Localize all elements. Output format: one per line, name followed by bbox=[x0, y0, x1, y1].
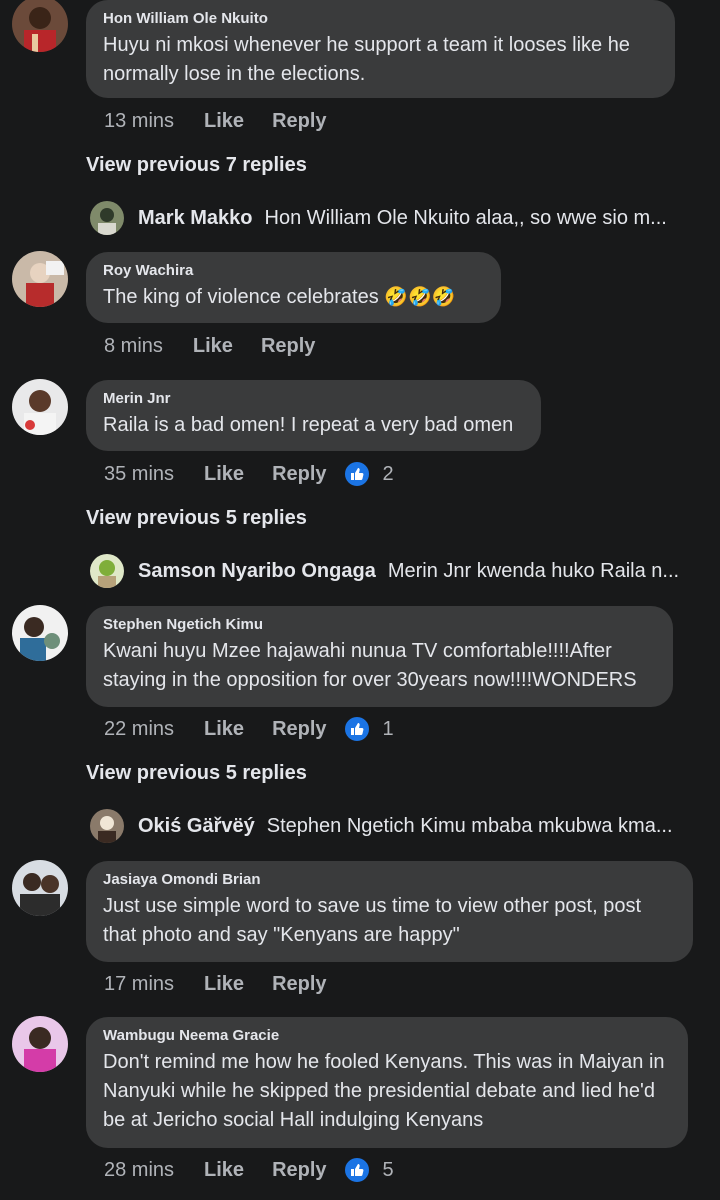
avatar[interactable] bbox=[12, 251, 68, 307]
comment-text: Don't remind me how he fooled Kenyans. T… bbox=[103, 1051, 665, 1131]
reaction-count[interactable]: 2 bbox=[342, 460, 394, 488]
comment-actions: 28 mins Like Reply 5 bbox=[104, 1156, 394, 1184]
avatar[interactable] bbox=[90, 554, 124, 588]
view-previous-replies[interactable]: View previous 5 replies bbox=[86, 762, 307, 785]
comment-actions: 22 mins Like Reply 1 bbox=[104, 715, 394, 743]
comment-actions: 35 mins Like Reply 2 bbox=[104, 460, 394, 488]
view-previous-replies[interactable]: View previous 7 replies bbox=[86, 154, 307, 177]
like-button[interactable]: Like bbox=[193, 335, 233, 358]
latest-reply[interactable]: Mark Makko Hon William Ole Nkuito alaa,,… bbox=[90, 201, 690, 235]
reaction-count-value: 2 bbox=[382, 462, 394, 485]
reply-button[interactable]: Reply bbox=[272, 718, 326, 741]
reply-author[interactable]: Samson Nyaribo Ongaga bbox=[138, 560, 376, 583]
reaction-count-value: 1 bbox=[382, 717, 394, 740]
like-button[interactable]: Like bbox=[204, 463, 244, 486]
avatar[interactable] bbox=[12, 1016, 68, 1072]
comment-text: Just use simple word to save us time to … bbox=[103, 895, 642, 946]
avatar[interactable] bbox=[12, 0, 68, 52]
comment-author[interactable]: Roy Wachira bbox=[103, 262, 483, 280]
comment-author[interactable]: Hon William Ole Nkuito bbox=[103, 10, 657, 28]
comment-bubble: Hon William Ole Nkuito Huyu ni mkosi whe… bbox=[86, 0, 675, 98]
comment-bubble: Roy Wachira The king of violence celebra… bbox=[86, 252, 501, 323]
comment-time[interactable]: 17 mins bbox=[104, 973, 174, 996]
comment-text: Raila is a bad omen! I repeat a very bad… bbox=[103, 414, 514, 436]
reply-button[interactable]: Reply bbox=[272, 110, 326, 133]
reply-text: Stephen Ngetich Kimu mbaba mkubwa kma... bbox=[266, 814, 673, 837]
comment-actions: 8 mins Like Reply bbox=[104, 332, 343, 360]
like-button[interactable]: Like bbox=[204, 718, 244, 741]
reply-text: Hon William Ole Nkuito alaa,, so wwe sio… bbox=[264, 206, 667, 229]
reply-text: Merin Jnr kwenda huko Raila n... bbox=[387, 559, 680, 582]
comment-time[interactable]: 35 mins bbox=[104, 463, 174, 486]
thumbs-up-icon bbox=[342, 1156, 371, 1184]
comment-bubble: Stephen Ngetich Kimu Kwani huyu Mzee haj… bbox=[86, 606, 673, 707]
like-button[interactable]: Like bbox=[204, 1159, 244, 1182]
comment-bubble: Jasiaya Omondi Brian Just use simple wor… bbox=[86, 861, 693, 962]
reply-author[interactable]: Okiś Gäřvëý bbox=[138, 815, 255, 838]
like-button[interactable]: Like bbox=[204, 973, 244, 996]
reaction-count[interactable]: 1 bbox=[342, 715, 394, 743]
avatar[interactable] bbox=[12, 379, 68, 435]
reply-button[interactable]: Reply bbox=[261, 335, 315, 358]
reaction-count[interactable]: 5 bbox=[342, 1156, 394, 1184]
comment-author[interactable]: Merin Jnr bbox=[103, 390, 523, 408]
comment-text: Kwani huyu Mzee hajawahi nunua TV comfor… bbox=[103, 640, 637, 691]
comment-time[interactable]: 22 mins bbox=[104, 718, 174, 741]
avatar[interactable] bbox=[90, 201, 124, 235]
thumbs-up-icon bbox=[342, 460, 371, 488]
comment-author[interactable]: Jasiaya Omondi Brian bbox=[103, 871, 675, 889]
latest-reply[interactable]: Okiś Gäřvëý Stephen Ngetich Kimu mbaba m… bbox=[90, 809, 690, 843]
reply-button[interactable]: Reply bbox=[272, 463, 326, 486]
comment-time[interactable]: 28 mins bbox=[104, 1159, 174, 1182]
reply-button[interactable]: Reply bbox=[272, 973, 326, 996]
comment-bubble: Merin Jnr Raila is a bad omen! I repeat … bbox=[86, 380, 541, 451]
like-button[interactable]: Like bbox=[204, 110, 244, 133]
comment-time[interactable]: 8 mins bbox=[104, 335, 163, 358]
thumbs-up-icon bbox=[342, 715, 371, 743]
avatar[interactable] bbox=[12, 860, 68, 916]
comment-bubble: Wambugu Neema Gracie Don't remind me how… bbox=[86, 1017, 688, 1148]
comment-text: Huyu ni mkosi whenever he support a team… bbox=[103, 34, 630, 85]
avatar[interactable] bbox=[90, 809, 124, 843]
comment-author[interactable]: Wambugu Neema Gracie bbox=[103, 1027, 670, 1045]
latest-reply[interactable]: Samson Nyaribo Ongaga Merin Jnr kwenda h… bbox=[90, 554, 690, 588]
comment-time[interactable]: 13 mins bbox=[104, 110, 174, 133]
avatar[interactable] bbox=[12, 605, 68, 661]
comment-author[interactable]: Stephen Ngetich Kimu bbox=[103, 616, 655, 634]
view-previous-replies[interactable]: View previous 5 replies bbox=[86, 507, 307, 530]
reaction-count-value: 5 bbox=[382, 1158, 394, 1181]
reply-author[interactable]: Mark Makko bbox=[138, 207, 253, 230]
reply-button[interactable]: Reply bbox=[272, 1159, 326, 1182]
comment-actions: 17 mins Like Reply bbox=[104, 970, 355, 998]
comment-actions: 13 mins Like Reply bbox=[104, 107, 355, 135]
comment-text: The king of violence celebrates 🤣🤣🤣 bbox=[103, 286, 456, 308]
laughing-emoji-icon: 🤣🤣🤣 bbox=[384, 287, 456, 308]
